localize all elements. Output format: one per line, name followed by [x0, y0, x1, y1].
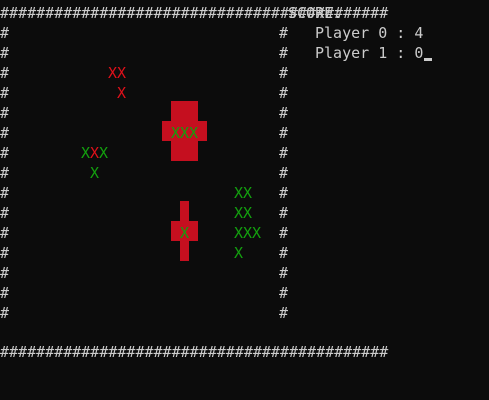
x-mark: X [90, 144, 100, 162]
x-mark: XXX [234, 224, 262, 242]
x-mark: XX [234, 184, 253, 202]
border-hash-left: # [0, 204, 10, 222]
board-bottom-border: ########################################… [0, 343, 389, 361]
border-hash-left: # [0, 44, 10, 62]
border-hash-left: # [0, 304, 10, 322]
score-header: SCORE: [288, 4, 343, 22]
border-hash-right: # [279, 204, 289, 222]
border-hash-left: # [0, 144, 10, 162]
border-hash-right: # [279, 184, 289, 202]
border-hash-left: # [0, 184, 10, 202]
border-hash-right: # [279, 244, 289, 262]
border-hash-right: # [279, 124, 289, 142]
x-mark: XXX [171, 124, 199, 142]
text-cursor [424, 58, 432, 61]
border-hash-right: # [279, 164, 289, 182]
border-hash-right: # [279, 264, 289, 282]
x-mark: XX [108, 64, 127, 82]
border-hash-right: # [279, 224, 289, 242]
border-hash-left: # [0, 224, 10, 242]
player-1-score: Player 1 : 0 [315, 44, 424, 62]
x-mark: X [234, 244, 244, 262]
border-hash-left: # [0, 284, 10, 302]
x-mark: X [180, 224, 190, 242]
border-hash-left: # [0, 64, 10, 82]
border-hash-left: # [0, 264, 10, 282]
border-hash-right: # [279, 304, 289, 322]
border-hash-left: # [0, 164, 10, 182]
x-mark: X [90, 164, 100, 182]
border-hash-right: # [279, 104, 289, 122]
border-hash-right: # [279, 284, 289, 302]
x-mark: X [81, 144, 91, 162]
border-hash-left: # [0, 104, 10, 122]
border-hash-right: # [279, 64, 289, 82]
border-hash-left: # [0, 24, 10, 42]
border-hash-left: # [0, 84, 10, 102]
border-hash-left: # [0, 244, 10, 262]
x-mark: X [99, 144, 109, 162]
game-screen: ########################################… [0, 0, 489, 400]
border-hash-right: # [279, 24, 289, 42]
x-mark: XX [234, 204, 253, 222]
border-hash-left: # [0, 124, 10, 142]
border-hash-right: # [279, 84, 289, 102]
x-mark: X [117, 84, 127, 102]
player-0-score: Player 0 : 4 [315, 24, 424, 42]
border-hash-right: # [279, 144, 289, 162]
border-hash-right: # [279, 44, 289, 62]
